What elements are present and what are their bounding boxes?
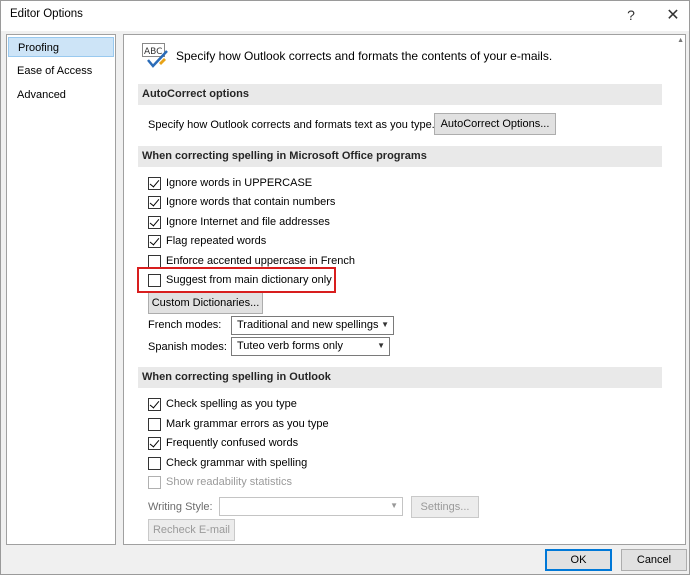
checkbox[interactable] [148,254,161,268]
office-spelling-heading: When correcting spelling in Microsoft Of… [138,146,662,167]
autocorrect-description: Specify how Outlook corrects and formats… [148,119,435,131]
option-ignore-uppercase[interactable]: Ignore words in UPPERCASE [148,175,312,191]
recheck-email-button: Recheck E-mail [148,519,235,541]
chevron-down-icon: ▼ [381,320,389,329]
option-check-grammar-with-spelling[interactable]: Check grammar with spelling [148,455,307,471]
close-icon[interactable]: ✕ [659,4,687,26]
help-icon[interactable]: ? [617,4,645,26]
option-ignore-internet-addresses[interactable]: Ignore Internet and file addresses [148,214,330,230]
window-title: Editor Options [10,8,83,20]
checkbox[interactable] [148,456,161,470]
title-bar: Editor Options ? ✕ [1,1,689,31]
checkbox[interactable] [148,436,161,450]
ok-button[interactable]: OK [545,549,612,571]
checkbox[interactable] [148,417,161,431]
autocorrect-heading: AutoCorrect options [138,84,662,105]
abc-check-icon: ABC [142,43,168,68]
category-nav: Proofing Ease of Access Advanced [6,34,116,545]
chevron-down-icon: ▼ [390,501,398,510]
nav-item-proofing[interactable]: Proofing [8,37,114,57]
highlight-box [137,267,336,293]
writing-style-select: ▼ [219,497,403,516]
intro-text: Specify how Outlook corrects and formats… [176,49,553,63]
autocorrect-options-button[interactable]: AutoCorrect Options... [434,113,556,135]
cancel-button[interactable]: Cancel [621,549,687,571]
checkbox[interactable] [148,397,161,411]
spanish-modes-select[interactable]: Tuteo verb forms only ▼ [231,337,390,356]
checkbox[interactable] [148,176,161,190]
checkbox [148,475,161,489]
option-check-spelling-as-you-type[interactable]: Check spelling as you type [148,396,297,412]
french-modes-label: French modes: [148,319,222,331]
nav-item-advanced[interactable]: Advanced [8,85,114,105]
scroll-up-icon[interactable]: ▲ [677,37,684,44]
svg-text:ABC: ABC [144,47,162,57]
editor-options-dialog: Editor Options ? ✕ Proofing Ease of Acce… [0,0,690,575]
scrollbar[interactable]: ▲ [675,35,685,544]
outlook-spelling-heading: When correcting spelling in Outlook [138,367,662,388]
french-modes-select[interactable]: Traditional and new spellings ▼ [231,316,394,335]
checkbox[interactable] [148,215,161,229]
option-ignore-numbers[interactable]: Ignore words that contain numbers [148,194,335,210]
option-flag-repeated-words[interactable]: Flag repeated words [148,233,266,249]
spanish-modes-label: Spanish modes: [148,341,227,353]
writing-style-label: Writing Style: [148,501,213,513]
custom-dictionaries-button[interactable]: Custom Dictionaries... [148,292,263,314]
option-show-readability-statistics: Show readability statistics [148,474,292,490]
option-frequently-confused-words[interactable]: Frequently confused words [148,435,298,451]
option-mark-grammar-errors[interactable]: Mark grammar errors as you type [148,416,329,432]
settings-button: Settings... [411,496,479,518]
checkbox[interactable] [148,234,161,248]
checkbox[interactable] [148,195,161,209]
chevron-down-icon: ▼ [377,341,385,350]
nav-item-ease-of-access[interactable]: Ease of Access [8,61,114,81]
